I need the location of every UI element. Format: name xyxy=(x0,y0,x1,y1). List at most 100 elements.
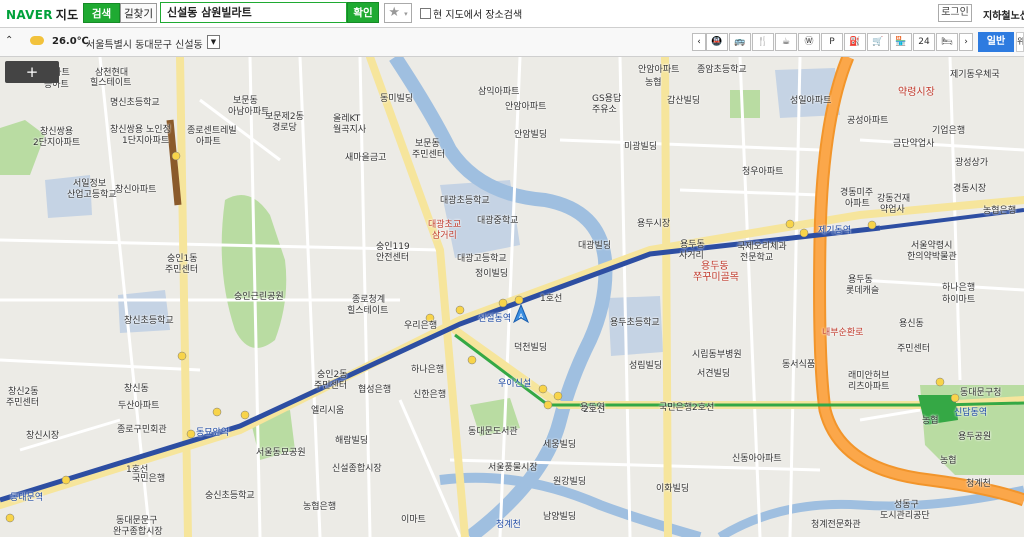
confirm-button[interactable]: 확인 xyxy=(347,2,379,23)
map-label[interactable]: 전문학교 xyxy=(740,250,773,263)
map-label[interactable]: 창신초등학교 xyxy=(124,313,174,326)
map-label[interactable]: 대광고등학교 xyxy=(457,251,507,264)
map-label[interactable]: 해람빌딩 xyxy=(335,433,368,446)
map-label[interactable]: 용두초등학교 xyxy=(610,315,660,328)
map-label[interactable]: 신답동역 xyxy=(954,405,987,418)
map-label[interactable]: 주유소 xyxy=(592,102,617,115)
map-label[interactable]: 안암아파트 xyxy=(505,99,546,112)
map-label[interactable]: 안전센터 xyxy=(376,250,409,263)
map-label[interactable]: 우이신설 xyxy=(498,376,531,389)
map-label[interactable]: 아남아파트 xyxy=(228,104,269,117)
map-label[interactable]: 세웅빌딩 xyxy=(543,437,576,450)
map-label[interactable]: 농협은행 xyxy=(983,203,1016,216)
map-label[interactable]: 이화빌딩 xyxy=(656,481,689,494)
map-type-normal-button[interactable]: 일반 xyxy=(978,32,1014,52)
map-label[interactable]: 제기동우체국 xyxy=(950,67,1000,80)
map-label[interactable]: 농협 xyxy=(922,413,939,426)
map-label[interactable]: 창신동 xyxy=(124,381,149,394)
map-label[interactable]: 대광초등학교 xyxy=(440,193,490,206)
map-label[interactable]: 광성상가 xyxy=(955,155,988,168)
map-label[interactable]: 주민센터 xyxy=(6,395,39,408)
map-label[interactable]: 기업은행 xyxy=(932,123,965,136)
map-label[interactable]: 힐스테이트 xyxy=(347,303,388,316)
map-label[interactable]: 덕천빌딩 xyxy=(514,340,547,353)
map-label[interactable]: 농협은행 xyxy=(303,499,336,512)
subway-station-icon[interactable]: 🚇 xyxy=(706,33,728,51)
map-label[interactable]: 종로구민회관 xyxy=(117,422,167,435)
map-label[interactable]: 하나은행 xyxy=(411,362,444,375)
map-label[interactable]: 공성아파트 xyxy=(847,113,888,126)
map-label[interactable]: 서울풍물시장 xyxy=(488,460,538,473)
map-label[interactable]: 주민센터 xyxy=(412,147,445,160)
map-label[interactable]: 2호선 xyxy=(692,400,714,413)
map-label[interactable]: 신설종합시장 xyxy=(332,461,382,474)
map-label[interactable]: 동묘앞역 xyxy=(196,425,229,438)
map-label[interactable]: 아파트 xyxy=(196,134,221,147)
map-canvas[interactable]: A 삼천현대힐스테이트홍파트응아트명신초등학교창신쌍용2단지아파트창신쌍용 노인… xyxy=(0,57,1024,537)
map-label[interactable]: 미광빌딩 xyxy=(624,139,657,152)
map-label[interactable]: 동대문도서관 xyxy=(468,424,518,437)
map-label[interactable]: 숭신초등학교 xyxy=(205,488,255,501)
hotel-icon[interactable]: 🛏 xyxy=(936,33,958,51)
map-label[interactable]: 국민은행 xyxy=(659,400,692,413)
map-label[interactable]: 2호선 xyxy=(583,402,605,415)
map-label[interactable]: 서울동묘공원 xyxy=(256,445,306,458)
map-label[interactable]: 산업고등학교 xyxy=(67,187,117,200)
map-label[interactable]: 약령시장 xyxy=(898,83,935,98)
map-label[interactable]: 주민센터 xyxy=(897,341,930,354)
map-label[interactable]: 리츠아파트 xyxy=(848,379,889,392)
bank-icon[interactable]: Ⓦ xyxy=(798,33,820,51)
map-label[interactable]: 새마을금고 xyxy=(345,150,386,163)
subway-map-link[interactable]: 지하철노선도 xyxy=(983,7,1024,22)
convenience-store-icon[interactable]: 🏪 xyxy=(890,33,912,51)
map-label[interactable]: 경동시장 xyxy=(953,181,986,194)
tab-search[interactable]: 검색 xyxy=(83,3,120,23)
collapse-icon[interactable]: ⌃ xyxy=(5,35,13,46)
map-label[interactable]: 명신초등학교 xyxy=(110,95,160,108)
map-type-satellite-button[interactable]: 위성 xyxy=(1016,32,1024,52)
restaurant-icon[interactable]: 🍴 xyxy=(752,33,774,51)
map-label[interactable]: 우리은행 xyxy=(404,318,437,331)
map-label[interactable]: 대광중학교 xyxy=(477,213,518,226)
star-icon[interactable]: ★ ▾ xyxy=(384,3,412,23)
map-label[interactable]: 약업사 xyxy=(880,202,905,215)
map-label[interactable]: 창신시장 xyxy=(26,428,59,441)
zoom-in-button[interactable]: + xyxy=(5,61,59,83)
map-label[interactable]: 창신아파트 xyxy=(115,182,156,195)
map-label[interactable]: 서견빌딩 xyxy=(697,366,730,379)
map-label[interactable]: 도시관리공단 xyxy=(880,508,930,521)
tab-directions[interactable]: 길찾기 xyxy=(120,3,157,23)
parking-icon[interactable]: P xyxy=(821,33,843,51)
map-label[interactable]: 삼익아파트 xyxy=(478,84,519,97)
map-label[interactable]: 2단지아파트 xyxy=(33,135,80,148)
map-label[interactable]: 삼거리 xyxy=(432,228,457,241)
map-label[interactable]: 경로당 xyxy=(272,120,297,133)
map-label[interactable]: 남양빌딩 xyxy=(543,509,576,522)
map-label[interactable]: 신동아아파트 xyxy=(732,451,782,464)
map-label[interactable]: 신설동역 xyxy=(478,311,511,324)
map-label[interactable]: 성림빌딩 xyxy=(629,358,662,371)
map-label[interactable]: 용두시장 xyxy=(637,216,670,229)
map-label[interactable]: 정이빌딩 xyxy=(475,266,508,279)
naver-map-logo[interactable]: NAVER 지도 xyxy=(6,6,78,23)
map-label[interactable]: 협성은행 xyxy=(358,382,391,395)
map-label[interactable]: 신한은행 xyxy=(413,387,446,400)
bus-icon[interactable]: 🚌 xyxy=(729,33,751,51)
search-in-map-checkbox[interactable] xyxy=(420,8,431,19)
map-label[interactable]: 용두공원 xyxy=(958,429,991,442)
map-label[interactable]: 원강빌딩 xyxy=(553,474,586,487)
map-label[interactable]: 청계전문화관 xyxy=(811,517,861,530)
map-label[interactable]: 완구종합시장 xyxy=(113,524,163,537)
map-label[interactable]: 1호선 xyxy=(540,291,562,304)
map-label[interactable]: 동미빌딩 xyxy=(380,91,413,104)
map-label[interactable]: 주민센터 xyxy=(165,262,198,275)
map-label[interactable]: 청우아파트 xyxy=(742,164,783,177)
map-label[interactable]: 농협 xyxy=(940,453,957,466)
map-label[interactable]: 성일아파트 xyxy=(790,93,831,106)
cafe-icon[interactable]: ☕ xyxy=(775,33,797,51)
map-label[interactable]: 청계천 xyxy=(966,476,991,489)
map-label[interactable]: 두산아파트 xyxy=(118,398,159,411)
map-label[interactable]: 금단약업사 xyxy=(893,136,934,149)
map-label[interactable]: 한의약박물관 xyxy=(907,249,957,262)
gas-station-icon[interactable]: ⛽ xyxy=(844,33,866,51)
